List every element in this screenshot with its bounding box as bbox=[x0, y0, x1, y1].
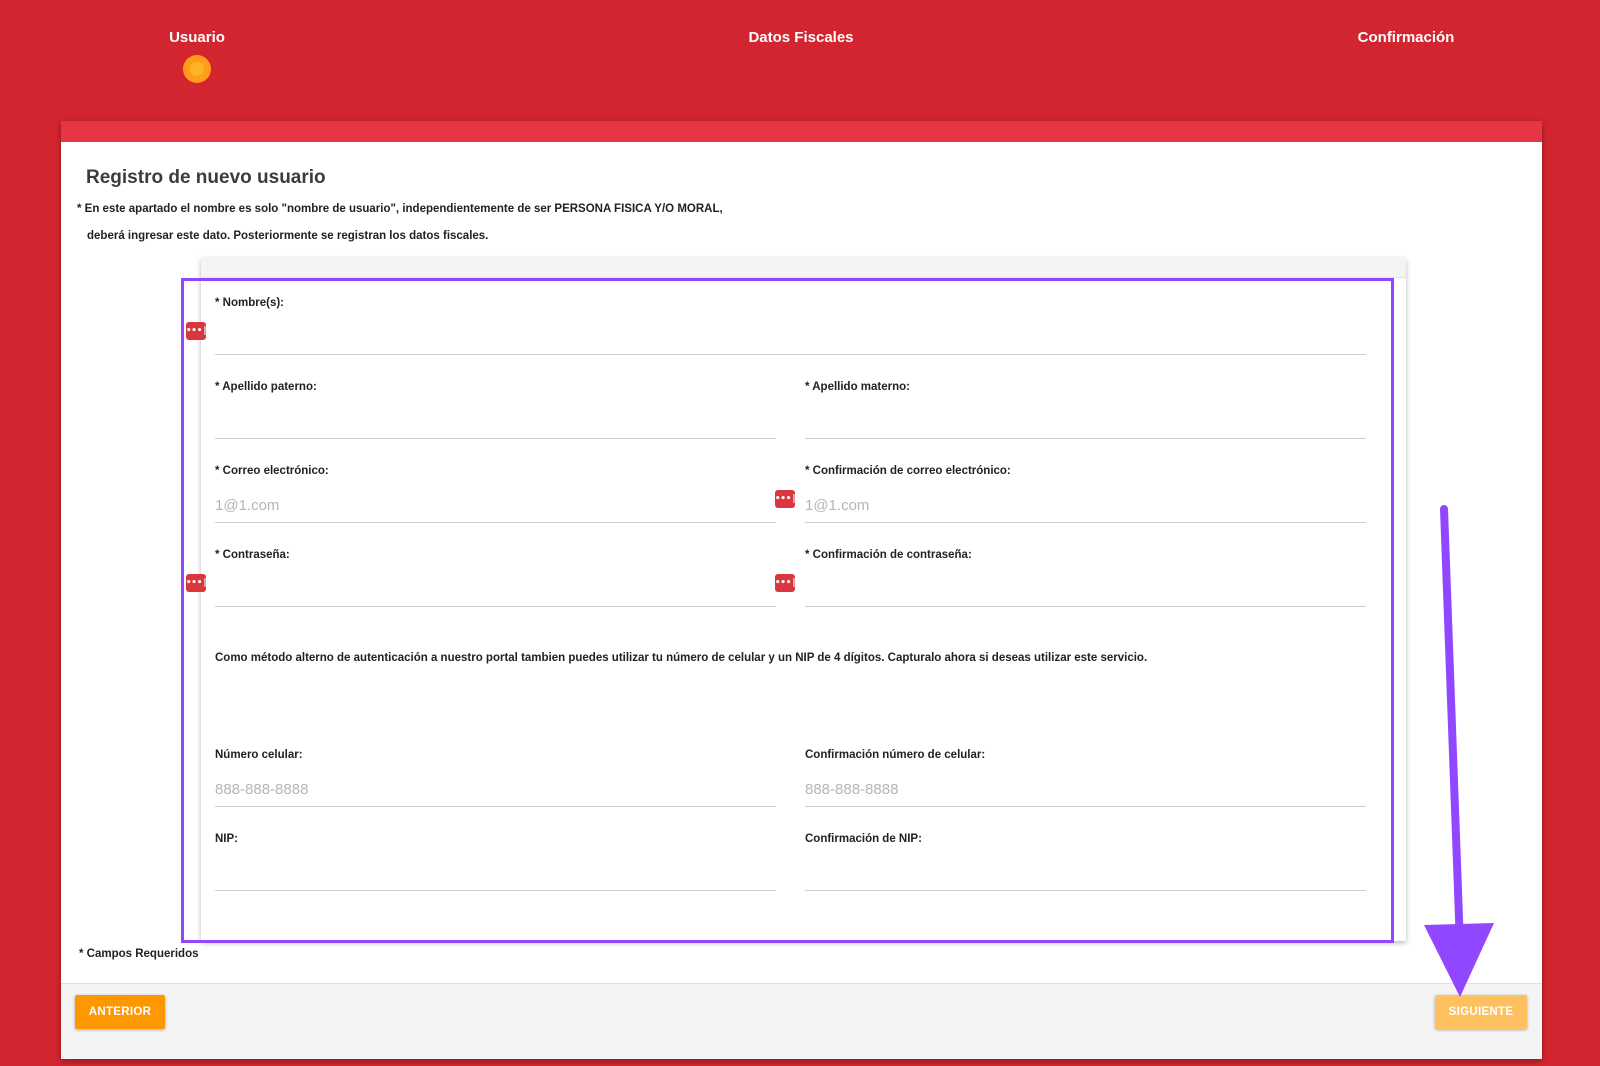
nip-field: NIP: bbox=[215, 833, 776, 893]
correo-input[interactable] bbox=[215, 489, 776, 523]
apellido-materno-field: * Apellido materno: bbox=[805, 381, 1366, 441]
contrasena-confirm-field: * Confirmación de contraseña: bbox=[805, 549, 1366, 609]
nip-input[interactable] bbox=[215, 857, 776, 891]
password-manager-icon[interactable]: •••| bbox=[186, 574, 208, 592]
form-panel: * Nombre(s): * Apellido paterno: * Apell… bbox=[201, 258, 1406, 941]
stepper: Usuario Datos Fiscales Confirmación bbox=[0, 0, 1600, 120]
registration-card: Registro de nuevo usuario * En este apar… bbox=[61, 121, 1542, 1059]
required-fields-note: * Campos Requeridos bbox=[79, 948, 199, 960]
step-usuario[interactable]: Usuario bbox=[169, 29, 225, 46]
nombre-label: * Nombre(s): bbox=[215, 297, 285, 309]
celular-confirm-field: Confirmación número de celular: bbox=[805, 749, 1366, 809]
nip-confirm-label: Confirmación de NIP: bbox=[805, 833, 922, 845]
step-confirmacion[interactable]: Confirmación bbox=[1358, 29, 1455, 46]
anterior-button[interactable]: ANTERIOR bbox=[75, 995, 165, 1029]
celular-label: Número celular: bbox=[215, 749, 303, 761]
apellido-paterno-input[interactable] bbox=[215, 405, 776, 439]
password-manager-icon[interactable]: •••| bbox=[775, 490, 797, 508]
correo-confirm-label: * Confirmación de correo electrónico: bbox=[805, 465, 1011, 477]
nip-label: NIP: bbox=[215, 833, 238, 845]
alt-auth-description: Como método alterno de autenticación a n… bbox=[215, 652, 1148, 664]
form-footer: ANTERIOR SIGUIENTE bbox=[61, 983, 1542, 1059]
step-active-indicator bbox=[183, 55, 211, 83]
apellido-paterno-label: * Apellido paterno: bbox=[215, 381, 317, 393]
apellido-paterno-field: * Apellido paterno: bbox=[215, 381, 776, 441]
password-manager-icon[interactable]: •••| bbox=[186, 322, 208, 340]
celular-field: Número celular: bbox=[215, 749, 776, 809]
nip-confirm-field: Confirmación de NIP: bbox=[805, 833, 1366, 893]
page-title: Registro de nuevo usuario bbox=[86, 167, 326, 188]
card-topbar bbox=[61, 121, 1542, 142]
celular-confirm-input[interactable] bbox=[805, 773, 1366, 807]
form-panel-header bbox=[201, 258, 1406, 278]
nip-confirm-input[interactable] bbox=[805, 857, 1366, 891]
notice-line-2: deberá ingresar este dato. Posteriorment… bbox=[87, 230, 489, 242]
nombre-field: * Nombre(s): bbox=[215, 297, 1366, 357]
correo-confirm-input[interactable] bbox=[805, 489, 1366, 523]
nombre-input[interactable] bbox=[215, 321, 1366, 355]
step-datos-fiscales[interactable]: Datos Fiscales bbox=[748, 29, 853, 46]
apellido-materno-label: * Apellido materno: bbox=[805, 381, 910, 393]
correo-label: * Correo electrónico: bbox=[215, 465, 329, 477]
notice-line-1: * En este apartado el nombre es solo "no… bbox=[77, 203, 723, 215]
apellido-materno-input[interactable] bbox=[805, 405, 1366, 439]
siguiente-button[interactable]: SIGUIENTE bbox=[1435, 995, 1527, 1029]
contrasena-label: * Contraseña: bbox=[215, 549, 290, 561]
password-manager-icon[interactable]: •••| bbox=[775, 574, 797, 592]
correo-field: * Correo electrónico: bbox=[215, 465, 776, 525]
contrasena-input[interactable] bbox=[215, 573, 776, 607]
contrasena-confirm-input[interactable] bbox=[805, 573, 1366, 607]
contrasena-confirm-label: * Confirmación de contraseña: bbox=[805, 549, 972, 561]
celular-input[interactable] bbox=[215, 773, 776, 807]
celular-confirm-label: Confirmación número de celular: bbox=[805, 749, 986, 761]
correo-confirm-field: * Confirmación de correo electrónico: bbox=[805, 465, 1366, 525]
contrasena-field: * Contraseña: bbox=[215, 549, 776, 609]
